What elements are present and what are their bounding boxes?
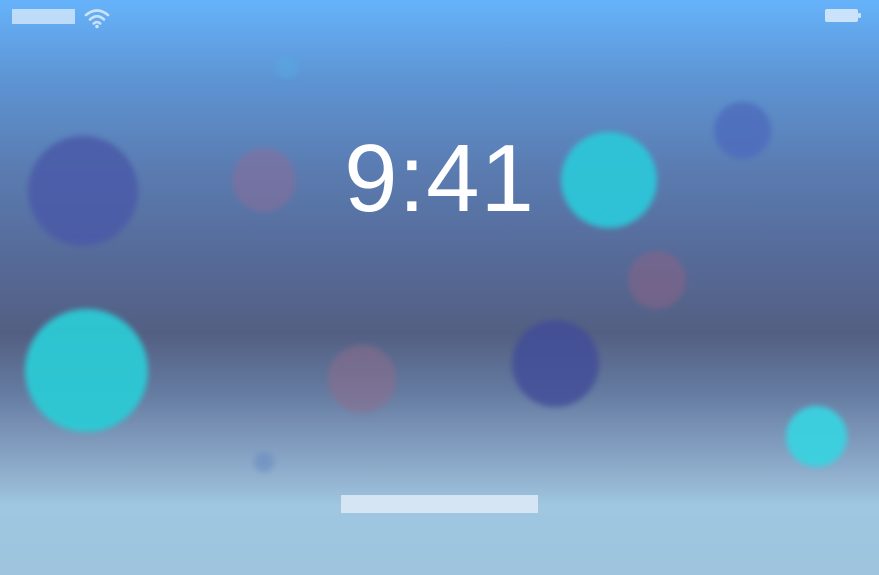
wallpaper-bubble [328,345,396,413]
wallpaper-bubble [254,452,274,472]
home-indicator[interactable] [341,495,538,513]
status-bar [0,0,879,34]
wallpaper-bubble [276,56,298,78]
wallpaper-bubble [25,309,148,432]
battery-icon [825,9,861,22]
wallpaper-bubble [628,251,686,309]
lock-clock: 9:41 [344,125,535,232]
lock-screen: 9:41 [0,0,879,575]
carrier-placeholder [12,9,75,24]
wifi-icon [84,9,110,29]
wallpaper-bubble [786,406,847,467]
wallpaper-bubble [512,320,599,407]
